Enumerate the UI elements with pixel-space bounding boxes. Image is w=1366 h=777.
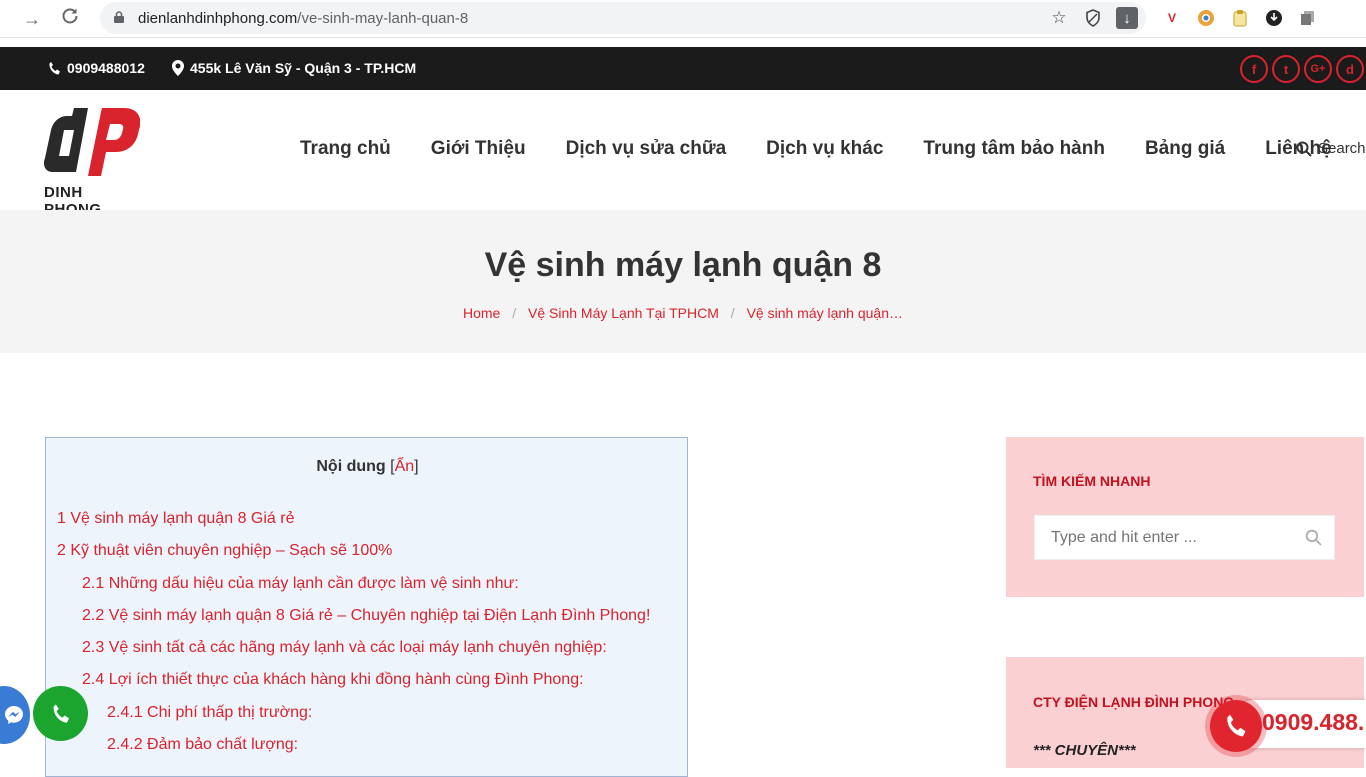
toc-item[interactable]: 2 Kỹ thuật viên chuyên nghiệp – Sạch sẽ … [57, 542, 392, 560]
toc-item[interactable]: 2.4.1 Chi phí thấp thị trường: [107, 704, 312, 722]
shield-extension-icon[interactable] [1264, 8, 1284, 28]
hotline-call-button[interactable] [1210, 700, 1262, 752]
hotline-widget[interactable]: 0909.488. [1210, 698, 1366, 752]
toc-item[interactable]: 2.2 Vệ sinh máy lạnh quận 8 Giá rẻ – Chu… [82, 607, 650, 625]
search-icon [1296, 141, 1312, 157]
forward-icon[interactable]: → [20, 7, 44, 31]
clipboard-extension-icon[interactable] [1230, 8, 1250, 28]
widget-title: CTY ĐIỆN LẠNH ĐÌNH PHONG [1033, 694, 1235, 710]
toc-item[interactable]: 2.4 Lợi ích thiết thực của khách hàng kh… [82, 671, 584, 689]
google-plus-icon[interactable]: G+ [1304, 55, 1332, 83]
nav-gioi-thieu[interactable]: Giới Thiệu [431, 138, 526, 160]
browser-toolbar: → dienlanhdinhphong.com/ve-sinh-may-lanh… [0, 0, 1366, 38]
top-contact-bar: 0909488012 455k Lê Văn Sỹ - Quận 3 - TP.… [0, 47, 1366, 90]
nav-trang-chu[interactable]: Trang chủ [300, 138, 391, 160]
toc-item[interactable]: 1 Vệ sinh máy lạnh quận 8 Giá rẻ [57, 510, 294, 528]
sidebar-search-box [1034, 515, 1335, 560]
nav-search-button[interactable]: Search [1296, 140, 1366, 157]
quick-search-widget: TÌM KIẾM NHANH [1006, 437, 1364, 597]
table-of-contents: Nội dung [Ẩn] 1 Vệ sinh máy lạnh quận 8 … [45, 437, 688, 777]
phone-icon [49, 61, 60, 74]
twitter-icon[interactable]: t [1272, 55, 1300, 83]
breadcrumb-category[interactable]: Vệ Sinh Máy Lạnh Tại TPHCM [528, 305, 719, 321]
dp-logo-icon [43, 108, 141, 176]
nav-dich-vu-sua-chua[interactable]: Dịch vụ sửa chữa [566, 138, 727, 160]
toc-toggle[interactable]: [Ẩn] [390, 458, 418, 475]
phone-number: 0909488012 [67, 60, 145, 76]
star-icon[interactable]: ☆ [1048, 7, 1070, 29]
breadcrumb-separator: / [730, 305, 735, 321]
lock-icon [114, 11, 124, 23]
breadcrumb-separator: / [512, 305, 517, 321]
breadcrumb: Home / Vệ Sinh Máy Lạnh Tại TPHCM / Vệ s… [0, 305, 1366, 321]
facebook-icon[interactable]: f [1240, 55, 1268, 83]
search-icon[interactable] [1305, 529, 1322, 546]
vivaldi-extension-icon[interactable]: V [1162, 8, 1182, 28]
toc-item[interactable]: 2.1 Những dấu hiệu của máy lạnh cần được… [82, 575, 519, 593]
messenger-icon [5, 706, 23, 724]
toc-item[interactable]: 2.3 Vệ sinh tất cả các hãng máy lạnh và … [82, 639, 607, 657]
url-text: dienlanhdinhphong.com/ve-sinh-may-lanh-q… [138, 10, 469, 27]
messenger-button[interactable] [0, 686, 30, 744]
call-button[interactable] [33, 686, 88, 741]
nav-dich-vu-khac[interactable]: Dịch vụ khác [766, 138, 883, 160]
nav-bang-gia[interactable]: Bảng giá [1145, 138, 1225, 160]
chrome-extension-icon[interactable] [1196, 8, 1216, 28]
toc-item[interactable]: 2.4.2 Đảm bảo chất lượng: [107, 736, 298, 754]
sidebar-search-input[interactable] [1035, 516, 1285, 559]
widget-title: TÌM KIẾM NHANH [1033, 473, 1151, 489]
page-title-section: Vệ sinh máy lạnh quận 8 Home / Vệ Sinh M… [0, 210, 1366, 353]
breadcrumb-current: Vệ sinh máy lạnh quận… [746, 305, 904, 321]
main-navigation: Trang chủ Giới Thiệu Dịch vụ sửa chữa Dị… [300, 138, 1366, 160]
shield-icon[interactable] [1082, 7, 1104, 29]
nav-trung-tam-bao-hanh[interactable]: Trung tâm bảo hành [923, 138, 1105, 160]
breadcrumb-home[interactable]: Home [463, 305, 500, 321]
phone-icon [53, 703, 69, 723]
hotline-number: 0909.488. [1262, 709, 1365, 735]
phone-icon [1227, 714, 1246, 737]
pages-extension-icon[interactable] [1298, 8, 1318, 28]
site-logo[interactable]: DINH PHONG [43, 100, 144, 218]
phone-contact[interactable]: 0909488012 [48, 60, 145, 76]
site-header: DINH PHONG Trang chủ Giới Thiệu Dịch vụ … [0, 90, 1366, 218]
company-tagline: *** CHUYÊN*** [1033, 742, 1136, 759]
address-text: 455k Lê Văn Sỹ - Quận 3 - TP.HCM [190, 60, 417, 76]
toc-title: Nội dung [Ẩn] [316, 458, 419, 475]
page-title: Vệ sinh máy lạnh quận 8 [484, 246, 882, 284]
map-pin-icon [172, 60, 184, 76]
address-bar[interactable]: dienlanhdinhphong.com/ve-sinh-may-lanh-q… [100, 2, 1146, 34]
download-icon[interactable]: ↓ [1116, 7, 1138, 29]
search-label: Search [1318, 140, 1366, 157]
dribbble-icon[interactable]: d [1336, 55, 1364, 83]
reload-icon[interactable] [58, 7, 82, 31]
address-contact[interactable]: 455k Lê Văn Sỹ - Quận 3 - TP.HCM [172, 60, 416, 76]
